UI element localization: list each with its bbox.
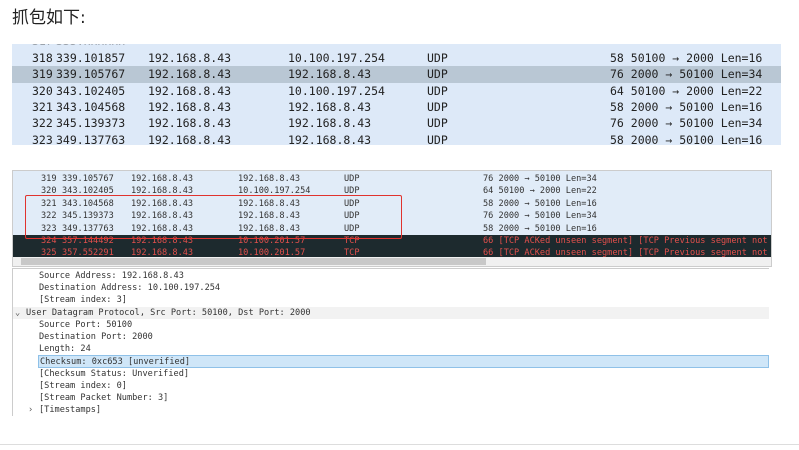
detail-line[interactable]: Length: 24 <box>13 343 769 355</box>
cell-info: 66 [TCP ACKed unseen segment] [TCP Previ… <box>483 236 772 246</box>
cell-no: 321 <box>32 100 53 114</box>
chevron-down-icon[interactable]: ⌄ <box>15 307 20 319</box>
cell-src: 192.168.8.43 <box>148 67 232 82</box>
detail-text: Source Address: 192.168.8.43 <box>39 271 184 281</box>
cell-info: 76 2000 → 50100 Len=34 <box>610 116 763 131</box>
cell-info: 76 2000 → 50100 Len=34 <box>483 211 597 222</box>
detail-line[interactable]: Checksum: 0xc653 [unverified] <box>38 355 769 368</box>
cell-time: 339.105767 <box>56 67 126 82</box>
cell-info: 64 50100 → 2000 Len=22 <box>610 83 763 98</box>
cell-info: 58 50100 → 2000 Len=16 <box>610 50 763 65</box>
detail-text: [Checksum Status: Unverified] <box>39 368 190 379</box>
horizontal-scrollbar[interactable] <box>13 257 771 266</box>
cell-src: 192.168.8.43 <box>148 50 232 65</box>
detail-text: User Datagram Protocol, Src Port: 50100,… <box>26 307 311 318</box>
detail-line[interactable]: Source Port: 50100 <box>13 319 769 331</box>
table-row[interactable]: 320 343.102405 192.168.8.43 10.100.197.254 U… <box>12 83 781 99</box>
chevron-right-icon[interactable]: › <box>28 404 33 416</box>
detail-line[interactable]: [Stream index: 0] <box>13 380 769 392</box>
tree-node-udp[interactable]: ⌄ User Datagram Protocol, Src Port: 50100… <box>13 306 769 319</box>
cell-dst: 192.168.8.43 <box>288 132 372 145</box>
cell-no: 320 <box>32 83 53 98</box>
cell-dst: 192.168.8.43 <box>238 174 301 184</box>
table-row[interactable]: 321 343.104568 192.168.8.43 192.168.8.43 UDP… <box>12 99 781 115</box>
cell-time: 345.139373 <box>56 116 126 131</box>
detail-text: Source Port: 50100 <box>39 319 133 330</box>
cell-info: 64 50100 → 2000 Len=22 <box>483 186 597 197</box>
cell-info: 58 2000 → 50100 Len=16 <box>483 223 597 234</box>
highlight-box <box>25 195 402 239</box>
cell-no: 319 <box>41 174 57 184</box>
detail-text: Destination Address: 10.100.197.254 <box>39 283 221 294</box>
cell-proto: UDP <box>427 50 448 65</box>
table-row[interactable]: 318 339.101857 192.168.8.43 10.100.197.254 U… <box>12 50 781 66</box>
cell-time: 335.xxxxxx <box>56 44 125 49</box>
cell-proto: UDP <box>427 83 448 98</box>
detail-text: [Stream index: 3] <box>39 295 127 306</box>
cell-src: 192.168.8.43 <box>148 116 232 131</box>
cell-proto: UDP <box>344 174 360 184</box>
cell-time: 349.137763 <box>56 132 126 145</box>
cell-dst: 10.100.197.254 <box>288 83 385 98</box>
cell-src: 192.168.8.43 <box>148 132 232 145</box>
cell-no: 318 <box>32 50 53 65</box>
cell-time: 343.104568 <box>56 100 126 114</box>
detail-line[interactable]: [Stream Packet Number: 3] <box>13 392 769 404</box>
scrollbar-thumb[interactable] <box>21 258 486 265</box>
cell-no: 322 <box>32 116 53 131</box>
cell-src: 192.168.8.43 <box>148 100 232 114</box>
cell-no: 317 <box>32 44 53 49</box>
detail-line[interactable]: Source Address: 192.168.8.43 <box>13 270 769 282</box>
cell-info: 76 2000 → 50100 Len=34 <box>610 67 763 82</box>
cell-time: 343.102405 <box>56 83 126 98</box>
detail-text: Destination Port: 2000 <box>39 332 153 342</box>
cell-proto: UDP <box>427 100 448 114</box>
table-row[interactable]: 323 349.137763 192.168.8.43 192.168.8.43 UDP… <box>12 132 781 145</box>
cell-info: 58 2000 → 50100 Len=16 <box>610 132 763 145</box>
detail-text: [Timestamps] <box>39 405 102 416</box>
cell-info: 76 2000 → 50100 Len=34 <box>483 174 597 184</box>
table-row[interactable]: 319 339.105767 192.168.8.43 192.168.8.43 UDP… <box>13 173 771 185</box>
cell-dst: 192.168.8.43 <box>288 67 372 82</box>
detail-line[interactable]: › [Timestamps] <box>13 404 769 416</box>
detail-text: [Stream Packet Number: 3] <box>39 393 169 403</box>
divider <box>0 444 799 445</box>
cell-dst: 192.168.8.43 <box>288 100 372 114</box>
packet-list-screenshot-1: 317335.xxxxxx318339.101857192.168.8.4310… <box>12 44 781 145</box>
cell-no: 323 <box>32 132 53 145</box>
cell-info: 58 2000 → 50100 Len=16 <box>610 100 763 114</box>
table-row[interactable]: 322 345.139373 192.168.8.43 192.168.8.43 UDP… <box>12 115 781 131</box>
cell-src: 192.168.8.43 <box>148 83 232 98</box>
cell-time: 339.105767 <box>62 174 114 184</box>
detail-line[interactable]: [Stream index: 3] <box>13 294 769 306</box>
cell-proto: UDP <box>427 116 448 131</box>
cell-dst: 192.168.8.43 <box>288 116 372 131</box>
table-row[interactable]: 317335.xxxxxx <box>12 44 781 49</box>
detail-line[interactable]: Destination Address: 10.100.197.254 <box>13 282 769 294</box>
packet-details-pane: Source Address: 192.168.8.43 Destination … <box>12 268 769 416</box>
cell-proto: UDP <box>427 67 448 82</box>
cell-dst: 10.100.197.254 <box>288 50 385 65</box>
cell-proto: UDP <box>427 132 448 145</box>
cell-info: 58 2000 → 50100 Len=16 <box>483 198 597 209</box>
detail-text: Length: 24 <box>39 344 91 355</box>
detail-text: [Stream index: 0] <box>39 380 127 391</box>
cell-no: 319 <box>32 67 53 82</box>
detail-line[interactable]: [Checksum Status: Unverified] <box>13 368 769 380</box>
table-row[interactable]: 319 339.105767 192.168.8.43 192.168.8.43 UDP… <box>12 66 781 83</box>
cell-time: 339.101857 <box>56 50 126 65</box>
cell-src: 192.168.8.43 <box>131 174 194 184</box>
detail-line[interactable]: Destination Port: 2000 <box>13 331 769 343</box>
page-title: 抓包如下: <box>12 8 86 28</box>
